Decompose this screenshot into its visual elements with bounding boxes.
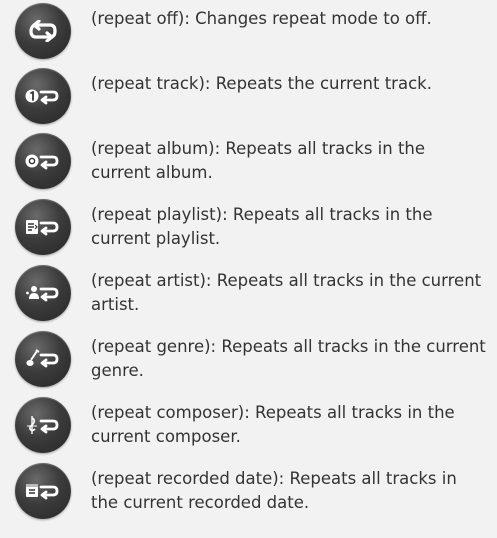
repeat-album-icon [25,154,59,170]
repeat-genre-row: (repeat genre): Repeats all tracks in th… [0,331,497,397]
repeat-off-icon [29,20,57,42]
repeat-artist-button[interactable] [15,265,71,321]
repeat-track-description: (repeat track): Repeats the current trac… [91,74,432,93]
repeat-composer-icon [27,416,59,434]
repeat-artist-row: (repeat artist): Repeats all tracks in t… [0,265,497,331]
repeat-playlist-description: (repeat playlist): Repeats all tracks in… [91,205,433,248]
repeat-album-row: (repeat album): Repeats all tracks in th… [0,133,497,199]
repeat-composer-row: (repeat composer): Repeats all tracks in… [0,397,497,463]
repeat-genre-icon [26,349,59,368]
repeat-playlist-button[interactable] [15,199,71,255]
repeat-genre-button[interactable] [15,331,71,387]
repeat-recorded-date-icon [26,484,59,500]
repeat-recorded-date-row: (repeat recorded date): Repeats all trac… [0,463,497,529]
repeat-album-button[interactable] [15,133,71,189]
repeat-off-description: (repeat off): Changes repeat mode to off… [91,9,432,28]
repeat-composer-button[interactable] [15,397,71,453]
repeat-off-row: (repeat off): Changes repeat mode to off… [0,3,497,69]
repeat-mode-list: (repeat off): Changes repeat mode to off… [0,0,497,538]
repeat-track-button[interactable] [15,68,71,124]
repeat-artist-icon [26,286,59,302]
repeat-playlist-icon [26,220,59,236]
repeat-track-icon [25,89,59,105]
repeat-recorded-date-description: (repeat recorded date): Repeats all trac… [91,469,457,512]
repeat-recorded-date-button[interactable] [15,463,71,519]
repeat-track-row: (repeat track): Repeats the current trac… [0,68,497,134]
repeat-album-description: (repeat album): Repeats all tracks in th… [91,139,426,182]
repeat-genre-description: (repeat genre): Repeats all tracks in th… [91,337,486,380]
repeat-playlist-row: (repeat playlist): Repeats all tracks in… [0,199,497,265]
repeat-composer-description: (repeat composer): Repeats all tracks in… [91,403,455,446]
repeat-artist-description: (repeat artist): Repeats all tracks in t… [91,271,482,314]
repeat-off-button[interactable] [15,3,71,59]
